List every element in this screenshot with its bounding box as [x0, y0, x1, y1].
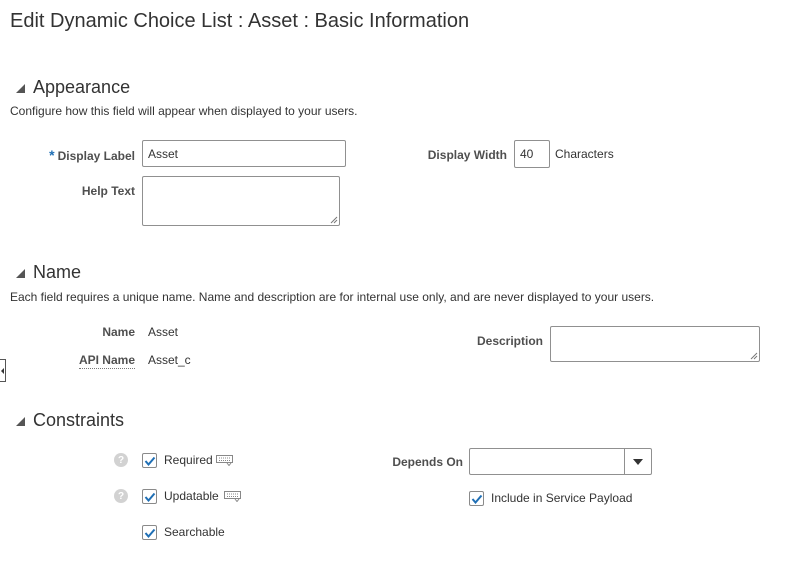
depends-on-label: Depends On	[392, 455, 463, 469]
constraints-heading: Constraints	[33, 410, 125, 430]
display-width-input[interactable]	[514, 140, 550, 168]
checkmark-icon	[144, 456, 155, 466]
display-label-label: * Display Label	[49, 147, 135, 163]
help-icon[interactable]: ?	[114, 489, 128, 503]
checkmark-icon	[471, 494, 482, 504]
chevron-down-icon	[633, 458, 643, 465]
chevron-left-icon	[0, 367, 4, 374]
depends-on-value	[470, 449, 624, 474]
depends-on-select[interactable]	[469, 448, 652, 475]
name-value: Asset	[148, 325, 179, 339]
panel-splitter-handle[interactable]	[0, 359, 6, 382]
api-name-value: Asset_c	[148, 353, 191, 367]
keyboard-icon[interactable]	[216, 455, 233, 466]
searchable-label: Searchable	[164, 525, 225, 539]
description-label: Description	[476, 334, 543, 348]
include-in-service-payload-checkbox[interactable]	[469, 491, 484, 506]
appearance-heading: Appearance	[33, 77, 131, 97]
description-textarea[interactable]	[550, 326, 760, 362]
required-label: Required	[164, 453, 213, 467]
appearance-description: Configure how this field will appear whe…	[10, 104, 358, 118]
appearance-section-header[interactable]: Appearance	[16, 77, 130, 98]
constraints-section-header[interactable]: Constraints	[16, 410, 124, 431]
name-label: Name	[102, 325, 135, 339]
triangle-collapse-icon[interactable]	[16, 417, 25, 426]
name-description: Each field requires a unique name. Name …	[10, 290, 655, 304]
include-in-service-payload-label: Include in Service Payload	[491, 491, 633, 505]
updatable-label: Updatable	[164, 489, 219, 503]
triangle-collapse-icon[interactable]	[16, 269, 25, 278]
display-width-suffix: Characters	[555, 147, 614, 161]
updatable-checkbox[interactable]	[142, 489, 157, 504]
triangle-collapse-icon[interactable]	[16, 84, 25, 93]
searchable-checkbox[interactable]	[142, 525, 157, 540]
required-checkbox[interactable]	[142, 453, 157, 468]
page-title: Edit Dynamic Choice List : Asset : Basic…	[10, 10, 470, 32]
api-name-label: API Name	[78, 353, 135, 369]
help-icon[interactable]: ?	[114, 453, 128, 467]
name-heading: Name	[33, 262, 82, 282]
required-marker: *	[49, 147, 55, 163]
depends-on-dropdown-button[interactable]	[624, 449, 651, 474]
help-text-textarea[interactable]	[142, 176, 340, 226]
checkmark-icon	[144, 492, 155, 502]
display-label-input[interactable]	[142, 140, 346, 167]
name-section-header[interactable]: Name	[16, 262, 81, 283]
help-text-label: Help Text	[81, 184, 135, 198]
checkmark-icon	[144, 528, 155, 538]
keyboard-icon[interactable]	[224, 491, 241, 502]
display-width-label: Display Width	[427, 148, 507, 162]
